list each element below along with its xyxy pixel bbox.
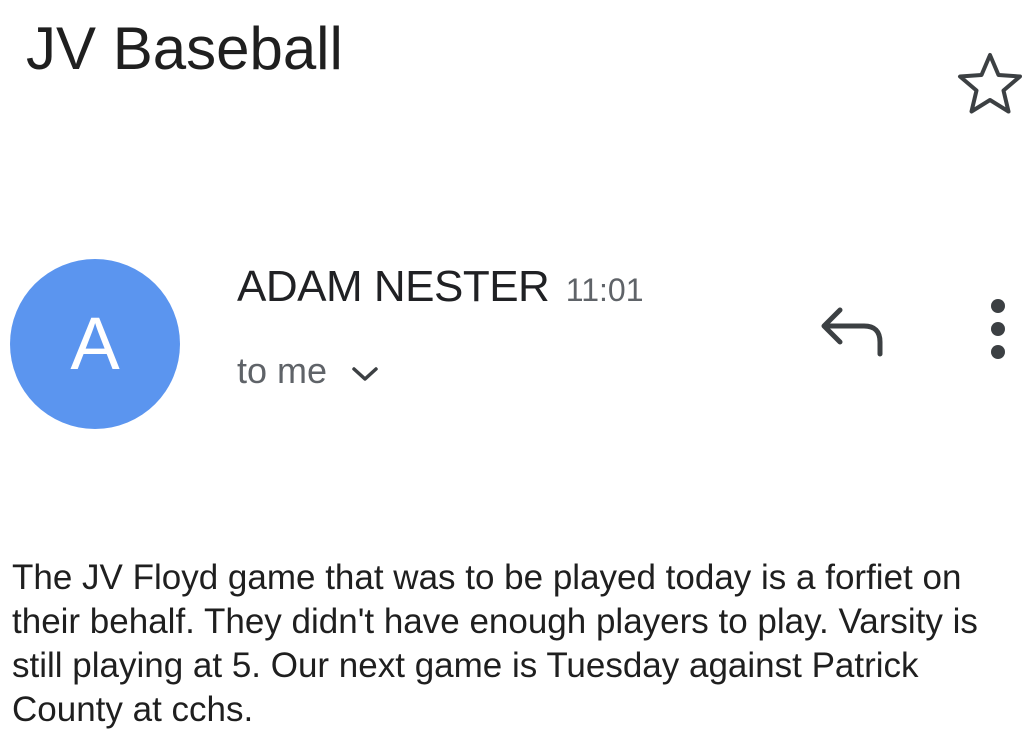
star-button[interactable]: [956, 50, 1024, 118]
email-subject: JV Baseball: [26, 15, 343, 82]
chevron-down-icon: [352, 367, 378, 381]
reply-icon: [821, 307, 883, 357]
sent-time: 11:01: [565, 272, 644, 308]
email-body: The JV Floyd game that was to be played …: [12, 556, 1012, 732]
star-outline-icon: [958, 53, 1022, 114]
recipient-details-toggle[interactable]: to me: [237, 350, 379, 392]
reply-button[interactable]: [818, 302, 890, 362]
sender-avatar[interactable]: A: [10, 259, 180, 429]
sender-header: ADAM NESTER 11:01: [237, 262, 643, 312]
more-options-button[interactable]: [980, 298, 1016, 362]
email-body-text: The JV Floyd game that was to be played …: [12, 558, 978, 729]
recipient-label: to me: [237, 350, 328, 391]
sender-name[interactable]: ADAM NESTER: [237, 262, 550, 311]
more-vert-icon: [991, 299, 1005, 359]
